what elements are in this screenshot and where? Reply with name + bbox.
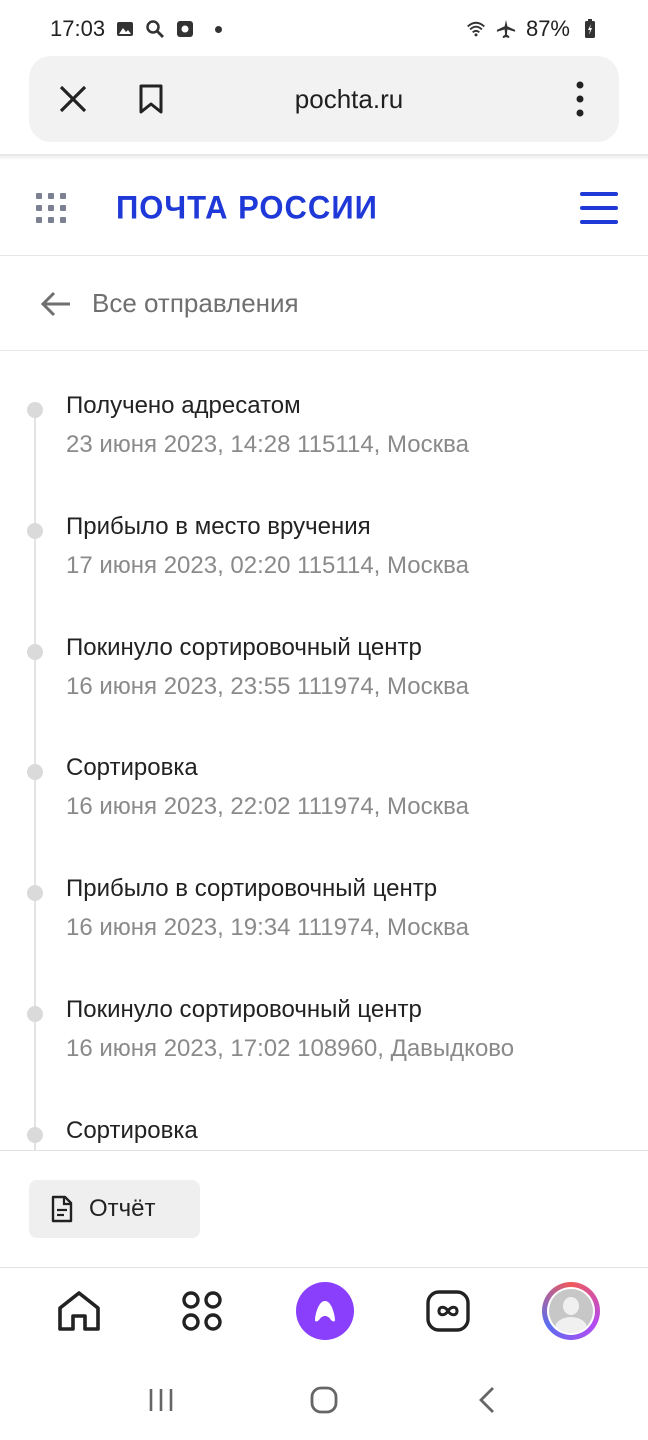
status-right: 87% <box>466 16 600 42</box>
gallery-icon <box>115 19 135 39</box>
url-field[interactable]: pochta.ru <box>171 84 565 115</box>
bookmark-button[interactable] <box>131 79 171 119</box>
browser-address-bar: pochta.ru <box>29 56 619 142</box>
tracking-timeline: Получено адресатом 23 июня 2023, 14:28 1… <box>0 352 648 1150</box>
event-title: Покинуло сортировочный центр <box>66 996 422 1023</box>
hamburger-menu-icon[interactable] <box>580 191 618 224</box>
event-details: 16 июня 2023, 17:02 108960, Давыдково <box>66 1035 515 1062</box>
timeline-dot <box>27 523 43 539</box>
recent-apps-button[interactable] <box>141 1380 181 1420</box>
alice-assistant-button[interactable] <box>296 1282 354 1340</box>
home-circle-icon <box>310 1386 338 1414</box>
event-title: Сортировка <box>66 754 198 781</box>
event-details: 16 июня 2023, 19:34 111974, Москва <box>66 914 469 941</box>
page: 17:03 87% pochta.ru ПОЧТА РОССИИ Все отп… <box>0 0 648 1440</box>
battery-icon <box>580 19 600 39</box>
tabs-icon <box>426 1290 470 1332</box>
arrow-left-icon <box>40 289 74 319</box>
more-vertical-icon <box>576 81 584 117</box>
airplane-mode-icon <box>496 19 516 39</box>
system-nav-bar <box>0 1360 648 1440</box>
status-bar: 17:03 87% <box>0 0 648 58</box>
close-icon <box>59 85 87 113</box>
apps-grid-icon[interactable] <box>36 192 66 223</box>
camera-app-icon <box>175 19 195 39</box>
report-label: Отчёт <box>89 1195 156 1222</box>
site-logo[interactable]: ПОЧТА РОССИИ <box>116 189 378 227</box>
back-to-shipments-link[interactable]: Все отправления <box>0 257 648 351</box>
home-icon <box>58 1291 100 1331</box>
services-button[interactable] <box>173 1282 231 1340</box>
chevron-left-icon <box>478 1387 494 1413</box>
browser-menu-button[interactable] <box>565 79 595 119</box>
report-button[interactable]: Отчёт <box>29 1180 200 1238</box>
status-left: 17:03 <box>50 16 223 42</box>
recent-apps-icon <box>150 1389 173 1411</box>
document-icon <box>51 1195 73 1223</box>
tabs-button[interactable] <box>419 1282 477 1340</box>
event-details: 17 июня 2023, 02:20 115114, Москва <box>66 552 469 579</box>
status-time: 17:03 <box>50 16 106 41</box>
event-title: Прибыло в место вручения <box>66 513 371 540</box>
alice-icon <box>315 1301 335 1322</box>
home-button[interactable] <box>50 1282 108 1340</box>
event-title: Сортировка <box>66 1117 198 1144</box>
search-icon <box>145 19 165 39</box>
profile-avatar-button[interactable] <box>542 1282 600 1340</box>
event-details: 16 июня 2023, 23:55 111974, Москва <box>66 673 469 700</box>
wifi-icon <box>466 19 486 39</box>
bookmark-icon <box>139 84 163 114</box>
event-title: Прибыло в сортировочный центр <box>66 875 438 902</box>
notification-dot-icon <box>215 25 223 33</box>
event-details: 23 июня 2023, 14:28 115114, Москва <box>66 431 469 458</box>
avatar <box>547 1287 595 1335</box>
back-label: Все отправления <box>92 288 299 318</box>
timeline-dot <box>27 1127 43 1143</box>
browser-bottom-nav <box>0 1268 648 1354</box>
services-grid-icon <box>182 1291 222 1331</box>
close-tab-button[interactable] <box>53 79 93 119</box>
user-avatar-icon <box>549 1289 593 1333</box>
timeline-dot <box>27 402 43 418</box>
battery-level: 87% <box>525 16 570 41</box>
event-title: Покинуло сортировочный центр <box>66 634 422 661</box>
timeline-dot <box>27 1006 43 1022</box>
home-system-button[interactable] <box>304 1380 344 1420</box>
timeline-dot <box>27 885 43 901</box>
event-title: Получено адресатом <box>66 392 301 419</box>
timeline-dot <box>27 644 43 660</box>
timeline-dot <box>27 764 43 780</box>
event-details: 16 июня 2023, 22:02 111974, Москва <box>66 793 469 820</box>
report-bar: Отчёт <box>0 1150 648 1268</box>
back-system-button[interactable] <box>467 1380 507 1420</box>
site-header: ПОЧТА РОССИИ <box>0 160 648 256</box>
